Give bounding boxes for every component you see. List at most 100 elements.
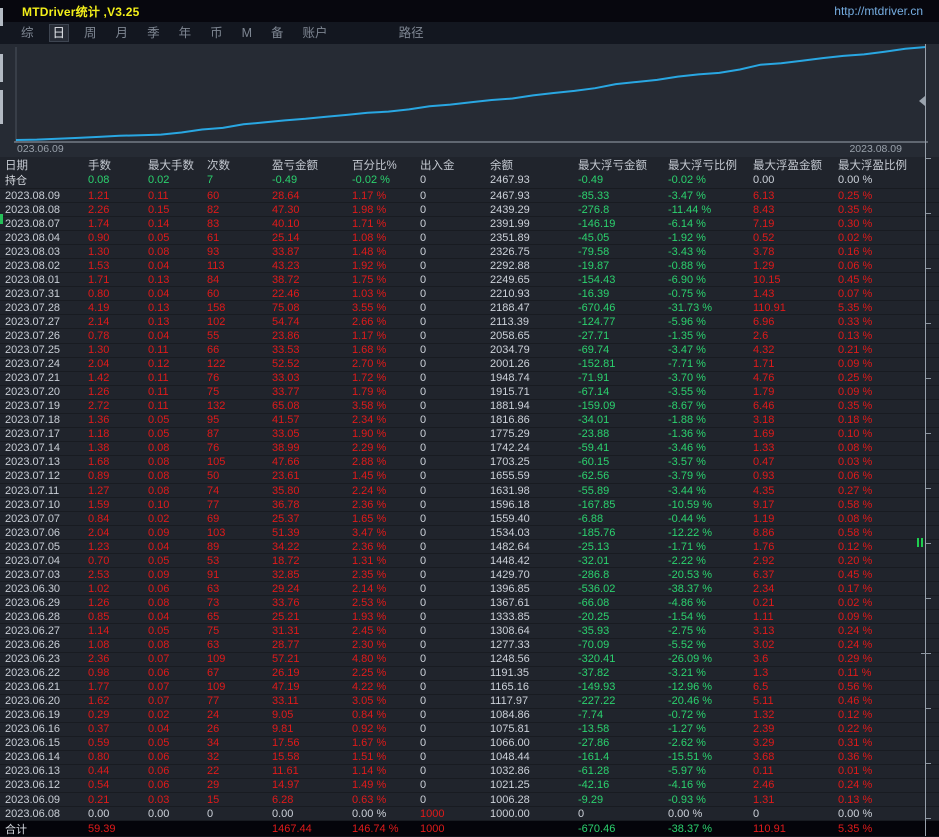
cell: 0.05 (148, 624, 170, 637)
table-row[interactable]: 2023.06.12 0.54 0.06 29 14.97 1.49 % 0 1021.25 -… (0, 779, 939, 794)
table-row[interactable]: 2023.07.11 1.27 0.08 74 35.80 2.24 % 0 1631.98 -… (0, 484, 939, 499)
menu-item-年[interactable]: 年 (175, 24, 196, 42)
menu-item-path[interactable]: 路径 (395, 24, 428, 42)
cell: 2467.93 (490, 174, 530, 186)
cell: 1.77 (88, 681, 110, 694)
cell: 0 (420, 582, 427, 595)
table-row[interactable]: 2023.07.18 1.36 0.05 95 41.57 2.34 % 0 1816.86 -… (0, 414, 939, 428)
table-row[interactable]: 2023.07.25 1.30 0.11 66 33.53 1.68 % 0 2034.79 -… (0, 344, 939, 358)
table-row[interactable]: 2023.08.01 1.71 0.13 84 38.72 1.75 % 0 2249.65 -… (0, 273, 939, 288)
cell: 36.78 (272, 498, 300, 511)
table-row[interactable]: 2023.06.13 0.44 0.06 22 11.61 1.14 % 0 1032.86 -… (0, 765, 939, 779)
cell: 0.08 (148, 639, 170, 652)
cell: 47.19 (272, 681, 300, 694)
table-row[interactable]: 2023.07.19 2.72 0.11 132 65.08 3.58 % 0 1881.94… (0, 400, 939, 414)
menu-item-季[interactable]: 季 (143, 24, 164, 42)
menu-item-账户[interactable]: 账户 (299, 24, 332, 42)
table-row[interactable]: 2023.06.15 0.59 0.05 34 17.56 1.67 % 0 1066.00 -… (0, 737, 939, 751)
table-row[interactable]: 2023.06.30 1.02 0.06 63 29.24 2.14 % 0 1396.85 -… (0, 582, 939, 597)
right-scrollbar-track[interactable] (925, 44, 926, 836)
table-row[interactable]: 2023.07.03 2.53 0.09 91 32.85 2.35 % 0 1429.70 -… (0, 568, 939, 583)
table-row[interactable]: 2023.08.04 0.90 0.05 61 25.14 1.08 % 0 2351.89 -… (0, 231, 939, 246)
table-row[interactable]: 2023.06.29 1.26 0.08 73 33.76 2.53 % 0 1367.61 -… (0, 596, 939, 611)
menu-item-备[interactable]: 备 (267, 24, 288, 42)
cell: -25.13 (578, 540, 610, 553)
table-row[interactable]: 2023.06.09 0.21 0.03 15 6.28 0.63 % 0 1006.28 -9… (0, 793, 939, 808)
cell: 0 (578, 807, 585, 820)
table-row[interactable]: 2023.08.07 1.74 0.14 83 40.10 1.71 % 0 2391.99 -… (0, 217, 939, 232)
table-row[interactable]: 2023.07.21 1.42 0.11 76 33.03 1.72 % 0 1948.74 -… (0, 372, 939, 386)
table-row[interactable]: 2023.07.14 1.38 0.08 76 38.99 2.29 % 0 1742.24 -… (0, 442, 939, 456)
cell: -0.75 % (668, 287, 706, 300)
menu-item-M[interactable]: M (238, 24, 256, 42)
cell: -9.29 (578, 793, 604, 806)
table-row[interactable]: 2023.08.09 1.21 0.11 60 28.64 1.17 % 0 2467.93 -… (0, 189, 939, 204)
cell: 33.03 (272, 372, 300, 385)
cell: 63 (207, 639, 220, 652)
table-row[interactable]: 2023.06.21 1.77 0.07 109 47.19 4.22 % 0 1165.16… (0, 681, 939, 695)
cell: -1.92 % (668, 231, 706, 244)
table-row[interactable]: 2023.07.07 0.84 0.02 69 25.37 1.65 % 0 1559.40 -… (0, 512, 939, 527)
cell: 1.3 (753, 667, 769, 680)
table-row[interactable]: 2023.06.22 0.98 0.06 67 26.19 2.25 % 0 1191.35 -… (0, 667, 939, 681)
table-row[interactable]: 2023.06.23 2.36 0.07 109 57.21 4.80 % 0 1248.56… (0, 653, 939, 667)
menu-item-周[interactable]: 周 (80, 24, 101, 42)
table-row[interactable]: 2023.07.17 1.18 0.05 87 33.05 1.90 % 0 1775.29 -… (0, 428, 939, 442)
cell: 2023.06.22 (5, 667, 61, 680)
table-row[interactable]: 2023.06.19 0.29 0.02 24 9.05 0.84 % 0 1084.86 -7… (0, 709, 939, 723)
total-row[interactable]: 合计 59.39 1467.44 146.74 % 1000 -670.46 -38.37 … (0, 821, 939, 837)
cell: 0.03 % (838, 456, 873, 469)
cell: 2058.65 (490, 329, 530, 342)
table-row[interactable]: 2023.07.27 2.14 0.13 102 54.74 2.66 % 0 2113.39… (0, 315, 939, 330)
cell: -185.76 (578, 526, 616, 539)
cell: 53 (207, 554, 220, 567)
table-row[interactable]: 2023.07.12 0.89 0.08 50 23.61 1.45 % 0 1655.59 -… (0, 470, 939, 484)
table-row[interactable]: 2023.06.16 0.37 0.04 26 9.81 0.92 % 0 1075.81 -1… (0, 723, 939, 737)
table-row[interactable]: 2023.07.28 4.19 0.13 158 75.08 3.55 % 0 2188.47… (0, 301, 939, 316)
table-row[interactable]: 2023.07.31 0.80 0.04 60 22.46 1.03 % 0 2210.93 -… (0, 287, 939, 302)
cell: 0.25 % (838, 372, 873, 385)
cell: -23.88 (578, 428, 610, 441)
table-row[interactable]: 2023.07.24 2.04 0.12 122 52.52 2.70 % 0 2001.26… (0, 358, 939, 372)
cell: 1.65 % (352, 512, 387, 525)
table-row[interactable]: 2023.07.10 1.59 0.10 77 36.78 2.36 % 0 1596.18 -… (0, 498, 939, 513)
table-row[interactable]: 2023.07.06 2.04 0.09 103 51.39 3.47 % 0 1534.03… (0, 526, 939, 541)
table-row[interactable]: 2023.06.27 1.14 0.05 75 31.31 2.45 % 0 1308.64 -… (0, 624, 939, 639)
cell: -8.67 % (668, 400, 706, 413)
cell: -0.72 % (668, 709, 706, 722)
table-row[interactable]: 2023.06.20 1.62 0.07 77 33.11 3.05 % 0 1117.97 -… (0, 695, 939, 709)
cell: 0.24 % (838, 624, 873, 637)
open-position-row[interactable]: 持仓 0.08 0.02 7 -0.49 -0.02 % 0 2467.93 -0.49 -0.0… (0, 172, 939, 189)
table-row[interactable]: 2023.07.13 1.68 0.08 105 47.66 2.88 % 0 1703.25… (0, 456, 939, 470)
cell: -536.02 (578, 582, 616, 595)
cell: 0.07 (148, 653, 170, 666)
table-row[interactable]: 2023.06.14 0.80 0.06 32 15.58 1.51 % 0 1048.44 -… (0, 751, 939, 765)
cell: 3.68 (753, 751, 775, 764)
cell: 6.37 (753, 568, 775, 581)
table-row[interactable]: 2023.08.03 1.30 0.08 93 33.87 1.48 % 0 2326.75 -… (0, 245, 939, 260)
table-row[interactable]: 2023.07.04 0.70 0.05 53 18.72 1.31 % 0 1448.42 -… (0, 554, 939, 569)
table-row[interactable]: 2023.07.20 1.26 0.11 75 33.77 1.79 % 0 1915.71 -… (0, 386, 939, 400)
cell: 0.58 % (838, 498, 873, 511)
table-row[interactable]: 2023.06.26 1.08 0.08 63 28.77 2.30 % 0 1277.33 -… (0, 639, 939, 653)
cell: 6.28 (272, 793, 294, 806)
cell: 1467.44 (272, 822, 312, 835)
table-row[interactable]: 2023.08.08 2.26 0.15 82 47.30 1.98 % 0 2439.29 -… (0, 203, 939, 218)
menu-item-综[interactable]: 综 (17, 24, 38, 42)
scrollbar-arrow-icon[interactable] (919, 96, 925, 106)
cell: 43.23 (272, 259, 300, 272)
cell: 0.07 % (838, 287, 873, 300)
table-row[interactable]: 2023.07.05 1.23 0.04 89 34.22 2.36 % 0 1482.64 -… (0, 540, 939, 555)
menu-item-币[interactable]: 币 (206, 24, 227, 42)
table-row[interactable]: 2023.07.26 0.78 0.04 55 23.86 1.17 % 0 2058.65 -… (0, 329, 939, 344)
table-row[interactable]: 2023.06.28 0.85 0.04 65 25.21 1.93 % 0 1333.85 -… (0, 610, 939, 625)
table-row[interactable]: 2023.06.08 0.00 0.00 0 0.00 0.00 % 1000 1000.00… (0, 807, 939, 822)
app-url-link[interactable]: http://mtdriver.cn (834, 4, 923, 18)
cell: 2023.06.15 (5, 737, 61, 750)
table-row[interactable]: 2023.08.02 1.53 0.04 113 43.23 1.92 % 0 2292.88… (0, 259, 939, 274)
menu-item-日[interactable]: 日 (48, 24, 70, 42)
cell: 0.04 (148, 259, 170, 272)
cell: 2023.07.04 (5, 554, 61, 567)
cell: 0 (420, 610, 427, 623)
menu-item-月[interactable]: 月 (112, 24, 133, 42)
